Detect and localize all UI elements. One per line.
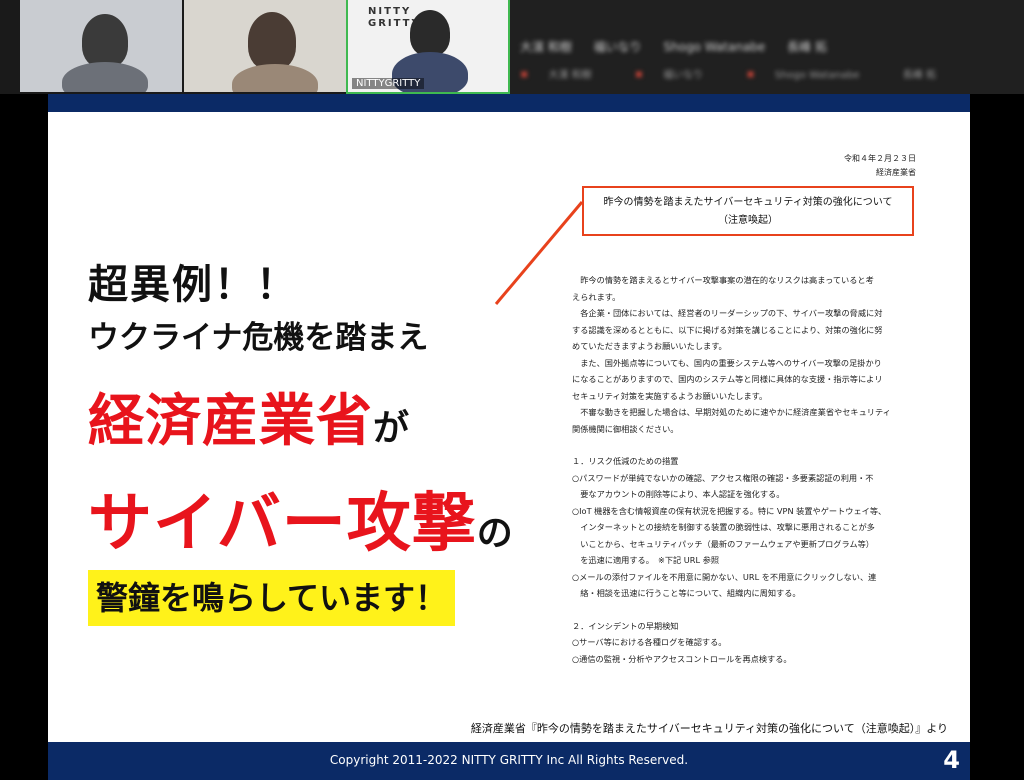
participant-name: NITTYGRITTY [352, 78, 425, 89]
document-title-line2: （注意喚起） [718, 215, 778, 226]
mic-muted-icon: ✖ [746, 70, 755, 81]
participant-avatar [248, 12, 296, 70]
mic-muted-icon: ✖ [520, 70, 529, 81]
document-section-title: ２．インシデントの早期検知 [572, 620, 679, 631]
headline-meti: 経済産業省が [88, 376, 409, 457]
particle-no: の [476, 513, 513, 554]
cyber-attack-text: サイバー攻撃 [88, 487, 477, 561]
document-date: 令和４年２月２３日 [844, 154, 916, 163]
copyright-text: Copyright 2011-2022 NITTY GRITTY Inc All… [329, 753, 689, 767]
slide-footer: Copyright 2011-2022 NITTY GRITTY Inc All… [48, 742, 970, 780]
document-line: になることがありますので、国内のシステム等と同様に具体的な支援・指示等によリ [572, 374, 883, 384]
participant-status: ✖ Shogo Watanabe [746, 70, 860, 81]
participant-avatar [410, 10, 450, 56]
document-list-item: ○サーバ等における各種ログを確認する。 [572, 637, 727, 647]
participant-status: ✖ 大濱 和樹 [520, 70, 592, 81]
participant-label[interactable]: 大濱 和樹 [520, 40, 572, 54]
headline-cyber-attack: サイバー攻撃の [88, 472, 513, 564]
document-list-item: ○パスワードが単純でないかの確認、アクセス権限の確認・多要素認証の利用・不 [572, 472, 874, 483]
company-logo: NITTY GRITTY [368, 6, 421, 29]
participant-tile[interactable] [20, 0, 182, 92]
participant-label[interactable]: 福いなり [594, 40, 642, 54]
document-list-item: ○通信の監視・分析やアクセスコントロールを再点検する。 [572, 653, 792, 664]
document-list-item: ○IoT 機器を含む情報資産の保有状況を把握する。特に VPN 装置やゲートウェ… [572, 505, 887, 516]
document-line: 関係機関に御相談ください。 [572, 423, 679, 434]
document-line: セキュリティ対策を実施するようお願いいたします。 [572, 390, 768, 401]
document-list-item: インターネットとの接続を制御する装置の脆弱性は、攻撃に悪用されることが多 [572, 522, 875, 532]
document-line: めていただきますようお願いいたします。 [572, 341, 727, 351]
participant-avatar [82, 14, 128, 68]
document-line: えられます。 [572, 291, 621, 302]
document-title-box: 昨今の情勢を踏まえたサイバーセキュリティ対策の強化について （注意喚起） [582, 186, 914, 236]
document-list-item: いことから、セキュリティパッチ（最新のファームウェアや更新プログラム等） [572, 538, 874, 549]
participant-body [62, 62, 148, 92]
document-list-item: を迅速に適用する。 ※下記 URL 参照 [572, 555, 720, 565]
source-citation: 経済産業省『昨今の情勢を踏まえたサイバーセキュリティ対策の強化について（注意喚起… [470, 722, 948, 735]
document-line: また、国外拠点等についても、国内の重要システム等へのサイバー攻撃の足掛かり [572, 357, 882, 368]
document-title-line1: 昨今の情勢を踏まえたサイバーセキュリティ対策の強化について [603, 197, 893, 208]
participant-body [232, 64, 318, 92]
participant-strip: NITTY GRITTY NITTYGRITTY 大濱 和樹 福いなり Shog… [0, 0, 1024, 94]
headline-warning: 警鐘を鳴らしています！ [88, 570, 456, 626]
mic-muted-icon: ✖ [634, 70, 644, 81]
document-line: 不審な動きを把握した場合は、早期対処のために速やかに経済産業省やセキュリティ [572, 407, 891, 417]
document-list-item: 要なアカウントの削除等により、本人認証を強化する。 [572, 489, 785, 499]
participant-tile-active[interactable]: NITTY GRITTY NITTYGRITTY [346, 0, 510, 94]
document-issuer: 経済産業省 [876, 168, 916, 177]
participant-label[interactable]: 長峰 拓 [787, 40, 827, 54]
document-body: 昨今の情勢を踏まえるとサイバー攻撃事案の潜在的なリスクは高まっていると考 えられ… [572, 272, 944, 667]
document-list-item: ○メールの添付ファイルを不用意に開かない、URL を不用意にクリックしない、連 [572, 571, 877, 582]
headline-ukraine: ウクライナ危機を踏まえ [88, 320, 429, 356]
participant-label[interactable]: Shogo Watanabe [664, 40, 766, 54]
participant-names-row: 大濱 和樹 福いなり Shogo Watanabe 長峰 拓 [520, 38, 845, 55]
document-date-block: 令和４年２月２３日 経済産業省 [844, 152, 916, 180]
document-list-item: 絡・相談を迅速に行うこと等について、組織内に周知する。 [572, 588, 801, 598]
slide-top-bar [48, 94, 970, 112]
document-line: 各企業・団体においては、経営者のリーダーシップの下、サイバー攻撃の脅威に対 [572, 308, 883, 318]
document-line: 昨今の情勢を踏まえるとサイバー攻撃事案の潜在的なリスクは高まっていると考 [572, 275, 874, 285]
presentation-slide: 超異例！！ ウクライナ危機を踏まえ 経済産業省が サイバー攻撃の 警鐘を鳴らして… [48, 94, 970, 780]
page-number: 4 [943, 746, 960, 774]
headline-unusual: 超異例！！ [88, 262, 298, 308]
meti-text: 経済産業省 [88, 389, 373, 454]
document-line: する認識を深めるとともに、以下に掲げる対策を講じることにより、対策の強化に努 [572, 324, 883, 335]
participant-status: ✖ 福いなり [634, 70, 704, 81]
document-section-title: １．リスク低減のための措置 [572, 456, 679, 466]
particle-ga: が [373, 408, 410, 449]
participant-status-row: ✖ 大濱 和樹 ✖ 福いなり ✖ Shogo Watanabe 長峰 拓 [520, 66, 976, 81]
participant-status: 長峰 拓 [902, 70, 936, 81]
participant-tile[interactable] [184, 0, 346, 92]
